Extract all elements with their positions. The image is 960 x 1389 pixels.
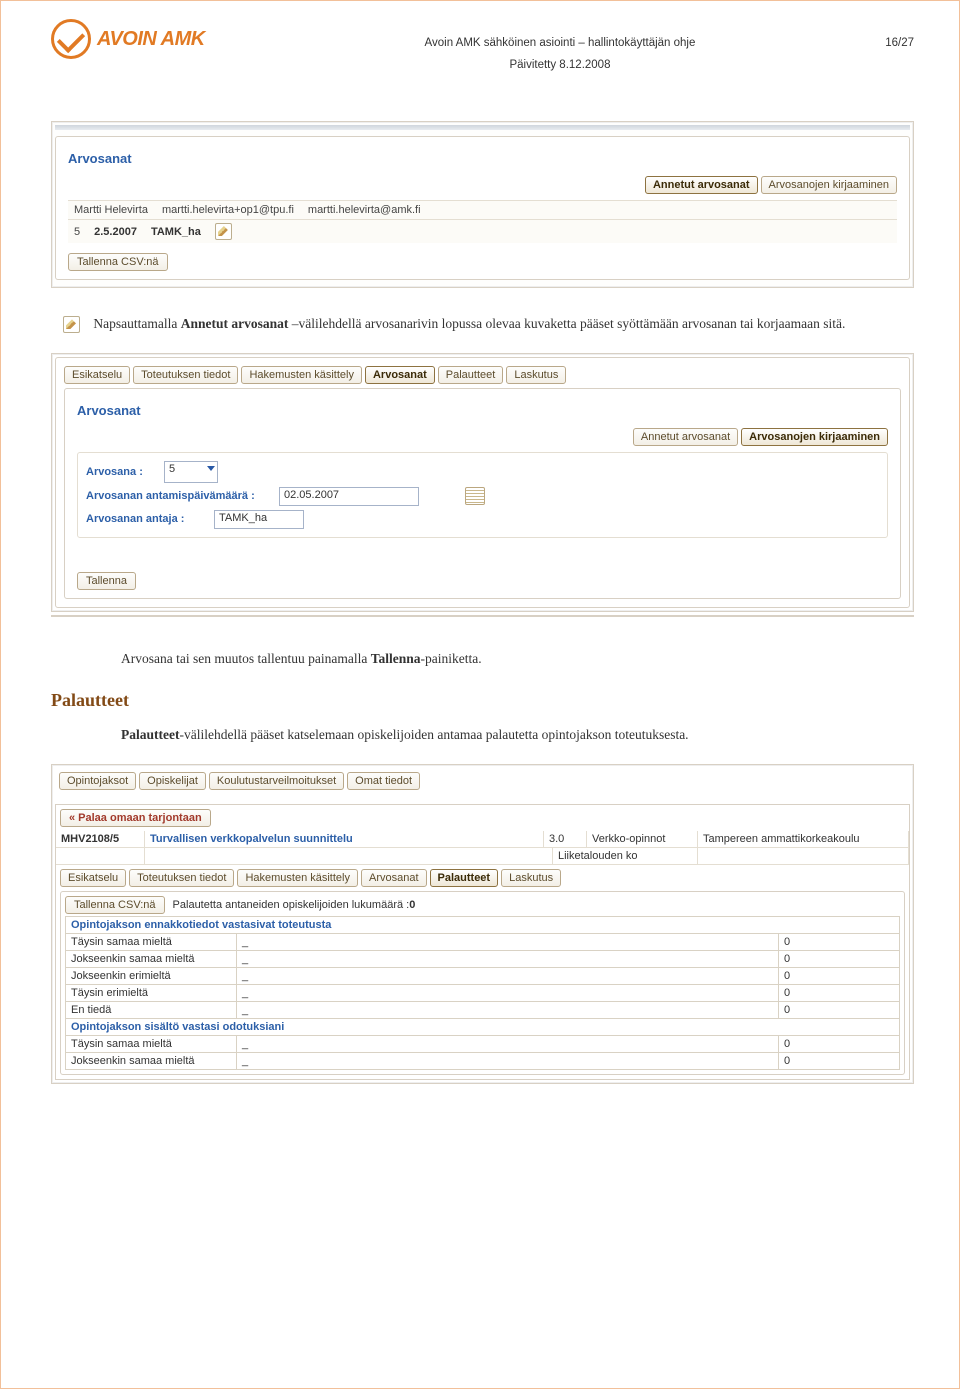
edit-icon[interactable] [215,223,232,240]
panel2-title: Arvosanat [77,403,888,418]
grades-panel-preview: Arvosanat Annetut arvosanat Arvosanojen … [51,121,914,288]
paragraph-edit-instruction: Napsauttamalla Annetut arvosanat –välile… [63,314,902,335]
grade-select[interactable]: 5 [164,461,218,483]
course-org: Tampereen ammattikorkeakoulu [698,831,909,848]
course-type: Verkko-opinnot [587,831,698,848]
question-1: Opintojakson ennakkotiedot vastasivat to… [66,916,900,933]
tab-annetut-arvosanat[interactable]: Annetut arvosanat [645,176,758,194]
feedback-table-1: Opintojakson ennakkotiedot vastasivat to… [65,916,900,1070]
subtab-annetut[interactable]: Annetut arvosanat [633,428,738,446]
table-row: Täysin samaa mieltä_0 [66,933,900,950]
course-code: MHV2108/5 [56,831,145,848]
table-row: Täysin samaa mieltä_0 [66,1035,900,1052]
student-name: Martti Helevirta [74,204,148,216]
student-email2: martti.helevirta@amk.fi [308,204,421,216]
table-row: Jokseenkin samaa mieltä_0 [66,950,900,967]
paragraph-feedback-instruction: Palautteet-välilehdellä pääset katselema… [121,725,902,746]
subtab-esikatselu[interactable]: Esikatselu [60,869,126,887]
date-input[interactable]: 02.05.2007 [279,487,419,506]
heading-palautteet: Palautteet [51,690,914,711]
subtab-hakemusten-kasittely[interactable]: Hakemusten käsittely [237,869,358,887]
tab-koulutustarveilmoitukset[interactable]: Koulutustarveilmoitukset [209,772,344,790]
subtab-kirjaaminen[interactable]: Arvosanojen kirjaaminen [741,428,888,446]
panel1-title: Arvosanat [68,151,897,166]
page-number: 16/27 [885,37,914,49]
subtab-arvosanat[interactable]: Arvosanat [361,869,427,887]
table-row: Jokseenkin erimieltä_0 [66,967,900,984]
grades-edit-panel: Esikatselu Toteutuksen tiedot Hakemusten… [51,353,914,612]
tab-palautteet[interactable]: Palautteet [438,366,504,384]
tab-arvosanat[interactable]: Arvosanat [365,366,435,384]
tab-arvosanojen-kirjaaminen[interactable]: Arvosanojen kirjaaminen [761,176,897,194]
feedback-count-label: Palautetta antaneiden opiskelijoiden luk… [173,899,416,911]
date-label: Arvosanan antamispäivämäärä : [86,490,271,502]
giver-label: Arvosanan antaja : [86,513,206,525]
paragraph-save-instruction: Arvosana tai sen muutos tallentuu painam… [121,649,902,670]
tab-opiskelijat[interactable]: Opiskelijat [139,772,206,790]
table-row: Jokseenkin samaa mieltä_0 [66,1052,900,1069]
subtab-palautteet[interactable]: Palautteet [430,869,499,887]
subtab-toteutuksen-tiedot[interactable]: Toteutuksen tiedot [129,869,234,887]
question-2: Opintojakson sisältö vastasi odotuksiani [66,1018,900,1035]
doc-title: Avoin AMK sähköinen asiointi – hallintok… [235,37,886,49]
course-credits: 3.0 [544,831,587,848]
tab-toteutuksen-tiedot[interactable]: Toteutuksen tiedot [133,366,238,384]
save-button[interactable]: Tallenna [77,572,136,590]
giver-input[interactable]: TAMK_ha [214,510,304,529]
course-dept: Liiketalouden ko [553,848,698,865]
tab-laskutus[interactable]: Laskutus [506,366,566,384]
subtab-laskutus[interactable]: Laskutus [501,869,561,887]
tab-hakemusten-kasittely[interactable]: Hakemusten käsittely [241,366,362,384]
table-row: En tiedä_0 [66,1001,900,1018]
save-csv-button-2[interactable]: Tallenna CSV:nä [65,896,165,914]
feedback-panel: Opintojaksot Opiskelijat Koulutustarveil… [51,764,914,1084]
doc-updated: Päivitetty 8.12.2008 [235,59,886,71]
tab-opintojaksot[interactable]: Opintojaksot [59,772,136,790]
course-name: Turvallisen verkkopalvelun suunnittelu [145,831,544,848]
grade-number: 5 [74,226,80,238]
tab-omat-tiedot[interactable]: Omat tiedot [347,772,420,790]
grade-label: Arvosana : [86,466,156,478]
calendar-icon[interactable] [465,487,485,505]
back-button[interactable]: « Palaa omaan tarjontaan [60,809,211,827]
tab-esikatselu[interactable]: Esikatselu [64,366,130,384]
logo-text: AVOIN AMK [97,28,205,51]
student-email1: martti.helevirta+op1@tpu.fi [162,204,294,216]
save-csv-button[interactable]: Tallenna CSV:nä [68,253,168,271]
logo: AVOIN AMK [51,19,205,59]
logo-check-icon [51,19,91,59]
edit-icon [63,316,80,333]
table-row: Täysin erimieltä_0 [66,984,900,1001]
grade-user: TAMK_ha [151,226,201,238]
grade-date: 2.5.2007 [94,226,137,238]
